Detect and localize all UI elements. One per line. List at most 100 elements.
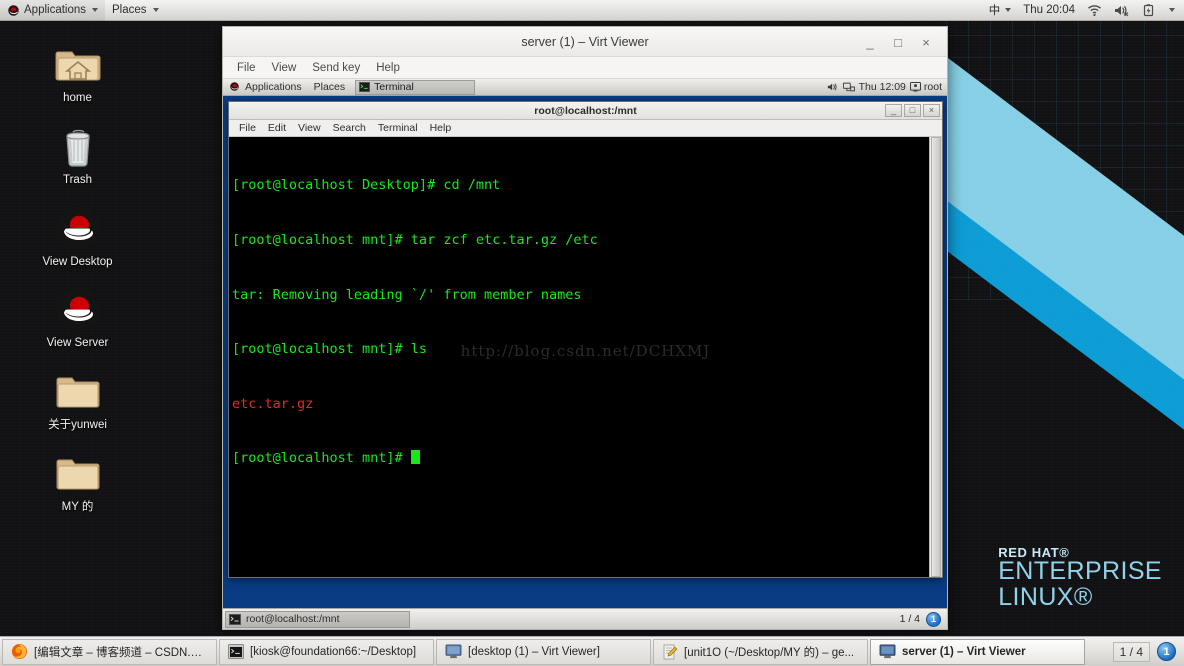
terminal-menu-edit[interactable]: Edit	[262, 120, 292, 137]
taskbar-item-firefox[interactable]: [编辑文章 – 博客频道 – CSDN.N...	[2, 638, 217, 665]
home-folder-icon	[55, 51, 100, 81]
guest-workspace-indicator[interactable]: 1 / 4	[900, 613, 920, 625]
desktop-icon-my-de[interactable]: MY 的	[30, 449, 125, 515]
guest-user-menu[interactable]: root	[909, 81, 942, 93]
close-button[interactable]: ×	[919, 36, 933, 49]
terminal-maximize-button[interactable]: □	[904, 104, 921, 117]
menu-help[interactable]: Help	[368, 57, 408, 79]
volume-icon	[827, 83, 837, 91]
firefox-icon	[11, 643, 28, 660]
terminal-menu-terminal[interactable]: Terminal	[372, 120, 424, 137]
gedit-icon	[663, 644, 678, 659]
guest-taskbar-window-button[interactable]: root@localhost:/mnt	[225, 610, 410, 628]
chevron-down-icon	[1169, 8, 1175, 12]
desktop-icon-label: Trash	[63, 173, 92, 186]
taskbar-item-desktop-virt-viewer[interactable]: [desktop (1) – Virt Viewer]	[436, 638, 651, 665]
folder-icon	[56, 377, 99, 408]
applications-menu[interactable]: Applications	[0, 0, 106, 21]
guest-taskbar-right: 1 / 4 1	[900, 611, 947, 627]
guest-volume-indicator[interactable]	[827, 82, 839, 92]
wifi-icon	[1088, 4, 1101, 16]
terminal-menu-search[interactable]: Search	[327, 120, 372, 137]
virt-viewer-title: server (1) – Virt Viewer	[521, 34, 649, 49]
terminal-menu-help[interactable]: Help	[424, 120, 458, 137]
monitor-icon	[445, 644, 462, 659]
guest-user-label: root	[923, 81, 942, 93]
input-method-indicator[interactable]: 中	[984, 0, 1017, 21]
virt-viewer-titlebar[interactable]: server (1) – Virt Viewer _ □ ×	[223, 27, 947, 57]
taskbar-item-label: server (1) – Virt Viewer	[902, 645, 1026, 658]
volume-indicator[interactable]	[1109, 0, 1135, 21]
network-icon	[842, 82, 855, 92]
terminal-icon	[359, 82, 371, 92]
terminal-scrollbar[interactable]	[929, 137, 942, 577]
desktop-icon-view-desktop[interactable]: View Desktop	[30, 204, 125, 270]
host-taskbar-right: 1 / 4 1	[1105, 641, 1184, 662]
taskbar-item-label: [unit1O (~/Desktop/MY 的) – ge...	[684, 646, 855, 659]
desktop-icon-home[interactable]: home	[30, 40, 125, 106]
guest-task-terminal[interactable]: Terminal	[355, 79, 476, 95]
battery-indicator[interactable]	[1137, 0, 1160, 21]
menu-view[interactable]: View	[264, 57, 305, 79]
chevron-down-icon	[1005, 8, 1012, 12]
guest-window-list: Terminal	[355, 79, 826, 95]
terminal-line: tar: Removing leading `/' from member na…	[232, 286, 582, 303]
terminal-minimize-button[interactable]: _	[885, 104, 902, 117]
tray-menu-button[interactable]	[1162, 0, 1180, 21]
terminal-line: [root@localhost Desktop]# cd /mnt	[232, 177, 501, 194]
terminal-close-button[interactable]: ×	[923, 104, 940, 117]
desktop-icon-guanyu-yunwei[interactable]: 关于yunwei	[30, 367, 125, 433]
taskbar-item-kiosk-terminal[interactable]: [kiosk@foundation66:~/Desktop]	[219, 638, 434, 665]
terminal-body[interactable]: [root@localhost Desktop]# cd /mnt [root@…	[229, 137, 942, 577]
chevron-down-icon	[92, 8, 99, 12]
terminal-icon	[228, 644, 244, 659]
terminal-menu-view[interactable]: View	[292, 120, 327, 137]
applications-menu-label: Applications	[24, 4, 87, 16]
input-method-label: 中	[988, 5, 1001, 17]
guest-top-panel: Applications Places Terminal Thu 12:09 r…	[223, 79, 947, 96]
terminal-line: [root@localhost mnt]# ls	[232, 341, 428, 358]
guest-places-menu[interactable]: Places	[308, 79, 352, 96]
guest-task-label: Terminal	[374, 81, 414, 93]
terminal-menubar: File Edit View Search Terminal Help	[229, 120, 942, 137]
guest-clock[interactable]: Thu 12:09	[859, 81, 906, 93]
terminal-window-controls: _ □ ×	[885, 104, 940, 117]
terminal-titlebar[interactable]: root@localhost:/mnt _ □ ×	[229, 102, 942, 120]
guest-network-indicator[interactable]	[842, 82, 855, 92]
desktop-icon-view-server[interactable]: View Server	[30, 285, 125, 351]
desktop-icon-trash[interactable]: Trash	[30, 122, 125, 188]
host-workspace-indicator[interactable]: 1 / 4	[1112, 641, 1150, 662]
guest-places-label: Places	[313, 81, 346, 93]
taskbar-item-label: [desktop (1) – Virt Viewer]	[468, 645, 600, 658]
rhel-brand-logo: RED HAT® ENTERPRISE LINUX®	[998, 545, 1162, 611]
places-menu[interactable]: Places	[105, 0, 166, 21]
menu-file[interactable]: File	[229, 57, 264, 79]
desktop-icon-label: home	[63, 92, 92, 104]
clock[interactable]: Thu 20:04	[1018, 0, 1080, 21]
brand-linux: LINUX®	[998, 582, 1093, 611]
guest-workspace-badge[interactable]: 1	[926, 611, 941, 627]
battery-icon	[1143, 3, 1154, 16]
menu-send-key[interactable]: Send key	[304, 57, 368, 79]
redhat-icon	[55, 287, 100, 332]
guest-applications-menu[interactable]: Applications	[223, 79, 308, 96]
redhat-icon	[55, 205, 100, 250]
taskbar-item-server-virt-viewer[interactable]: server (1) – Virt Viewer	[870, 638, 1085, 665]
taskbar-item-gedit[interactable]: [unit1O (~/Desktop/MY 的) – ge...	[653, 638, 868, 665]
terminal-cursor	[410, 450, 420, 465]
terminal-menu-file[interactable]: File	[233, 120, 262, 137]
redhat-icon	[7, 4, 20, 16]
minimize-button[interactable]: _	[863, 36, 877, 49]
wifi-indicator[interactable]	[1082, 0, 1107, 21]
maximize-button[interactable]: □	[891, 36, 905, 49]
terminal-scrollbar-thumb[interactable]	[931, 137, 941, 577]
desktop-icon-label: View Server	[46, 337, 109, 350]
guest-taskbar: root@localhost:/mnt 1 / 4 1	[223, 608, 947, 629]
host-workspace-badge[interactable]: 1	[1157, 642, 1176, 661]
user-icon	[909, 82, 921, 92]
volume-muted-icon	[1115, 5, 1129, 16]
virt-viewer-menubar: File View Send key Help	[223, 57, 947, 79]
host-taskbar: [编辑文章 – 博客频道 – CSDN.N... [kiosk@foundati…	[0, 636, 1184, 666]
guest-applications-label: Applications	[245, 81, 302, 93]
chevron-down-icon	[152, 8, 159, 12]
